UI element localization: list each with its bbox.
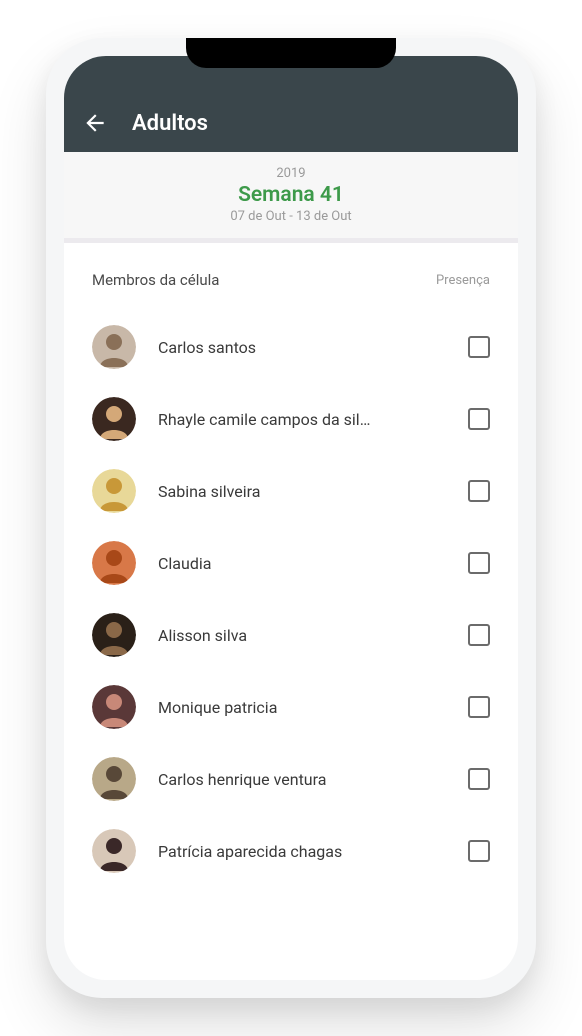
back-arrow-icon — [82, 110, 108, 136]
list-header: Membros da célula Presença — [92, 271, 490, 289]
week-header: 2019 Semana 41 07 de Out - 13 de Out — [64, 152, 518, 243]
avatar — [92, 397, 136, 441]
member-row[interactable]: Sabina silveira — [92, 455, 490, 527]
date-range: 07 de Out - 13 de Out — [64, 209, 518, 224]
presence-checkbox[interactable] — [468, 624, 490, 646]
year-label: 2019 — [64, 166, 518, 181]
member-row[interactable]: Alisson silva — [92, 599, 490, 671]
presence-checkbox[interactable] — [468, 696, 490, 718]
phone-screen: Adultos 2019 Semana 41 07 de Out - 13 de… — [64, 56, 518, 980]
members-label: Membros da célula — [92, 271, 219, 289]
page-title: Adultos — [132, 111, 208, 136]
avatar — [92, 829, 136, 873]
phone-frame: Adultos 2019 Semana 41 07 de Out - 13 de… — [46, 38, 536, 998]
member-name: Monique patricia — [158, 698, 446, 717]
avatar — [92, 757, 136, 801]
phone-notch — [186, 38, 396, 68]
member-row[interactable]: Carlos henrique ventura — [92, 743, 490, 815]
member-row[interactable]: Patrícia aparecida chagas — [92, 815, 490, 887]
member-name: Rhayle camile campos da sil… — [158, 410, 446, 429]
presence-checkbox[interactable] — [468, 552, 490, 574]
presence-checkbox[interactable] — [468, 768, 490, 790]
member-row[interactable]: Monique patricia — [92, 671, 490, 743]
avatar — [92, 685, 136, 729]
member-name: Sabina silveira — [158, 482, 446, 501]
week-title: Semana 41 — [64, 183, 518, 207]
app-bar: Adultos — [64, 56, 518, 152]
avatar — [92, 469, 136, 513]
member-row[interactable]: Carlos santos — [92, 311, 490, 383]
member-row[interactable]: Rhayle camile campos da sil… — [92, 383, 490, 455]
presence-checkbox[interactable] — [468, 336, 490, 358]
members-list: Membros da célula Presença Carlos santos… — [64, 243, 518, 887]
avatar — [92, 541, 136, 585]
presence-checkbox[interactable] — [468, 408, 490, 430]
member-name: Alisson silva — [158, 626, 446, 645]
presence-label: Presença — [436, 273, 490, 288]
presence-checkbox[interactable] — [468, 840, 490, 862]
member-name: Patrícia aparecida chagas — [158, 842, 446, 861]
member-name: Carlos santos — [158, 338, 446, 357]
member-name: Carlos henrique ventura — [158, 770, 446, 789]
avatar — [92, 325, 136, 369]
presence-checkbox[interactable] — [468, 480, 490, 502]
back-button[interactable] — [82, 110, 108, 136]
member-name: Claudia — [158, 554, 446, 573]
member-row[interactable]: Claudia — [92, 527, 490, 599]
avatar — [92, 613, 136, 657]
